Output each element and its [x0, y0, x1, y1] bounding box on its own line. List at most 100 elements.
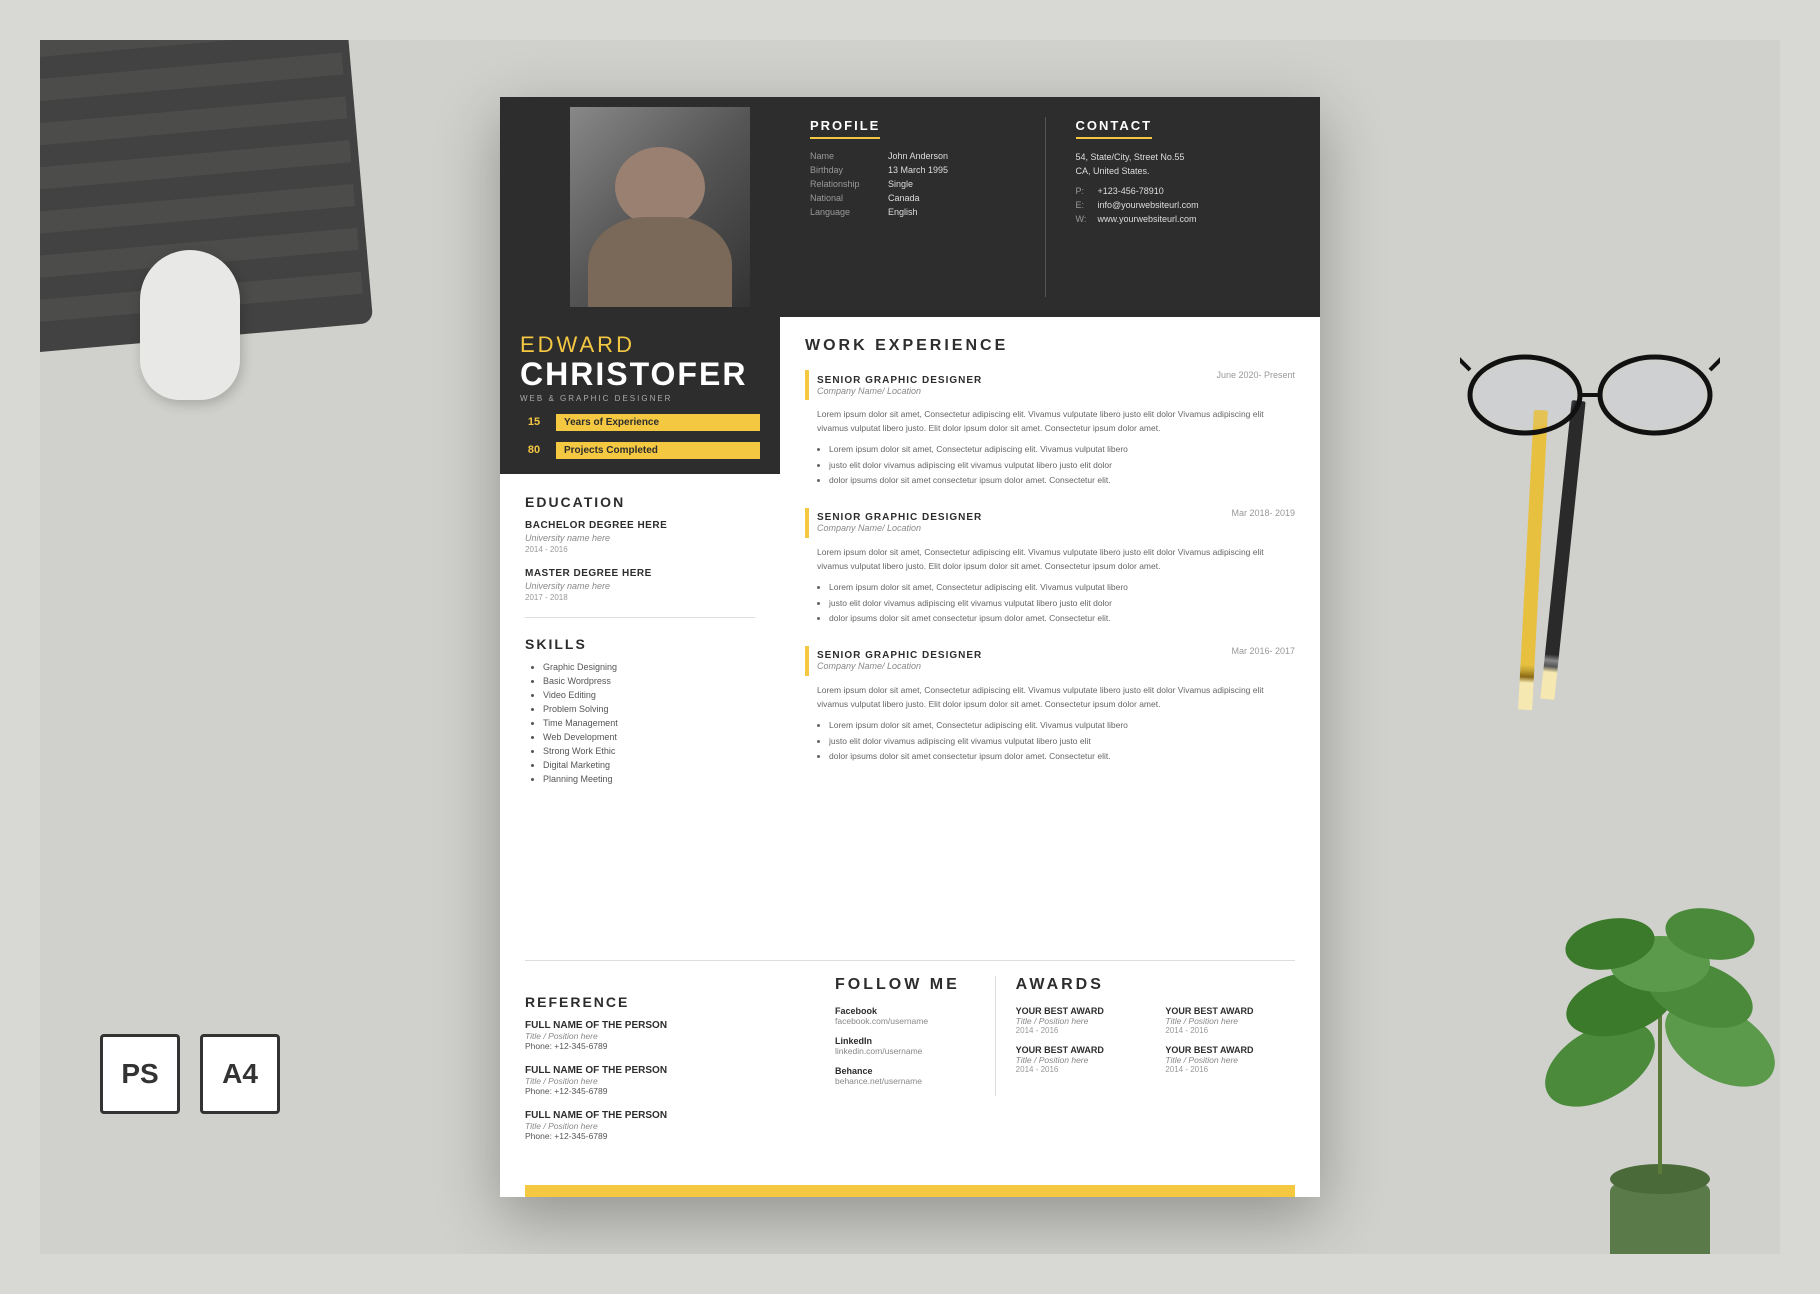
award-year: 2014 - 2016 — [1165, 1065, 1295, 1074]
pencil2-decoration — [1540, 400, 1585, 700]
ref-phone: Phone: +12-345-6789 — [525, 1131, 805, 1141]
follow-platform: Behance — [835, 1066, 975, 1076]
awards-section: AWARDS YOUR BEST AWARD Title / Position … — [1016, 976, 1295, 1096]
award-year: 2014 - 2016 — [1016, 1026, 1146, 1035]
glasses-decoration — [1460, 340, 1720, 440]
profile-value: John Anderson — [888, 151, 948, 161]
reference-title: REFERENCE — [525, 994, 805, 1010]
award-item: YOUR BEST AWARD Title / Position here 20… — [1165, 1006, 1295, 1035]
follow-item: Facebook facebook.com/username — [835, 1006, 975, 1026]
work-bullets: Lorem ipsum dolor sit amet, Consectetur … — [805, 443, 1295, 488]
profile-value: 13 March 1995 — [888, 165, 948, 175]
profile-photo — [570, 107, 750, 307]
profile-value: English — [888, 207, 918, 217]
award-name: YOUR BEST AWARD — [1165, 1006, 1295, 1016]
work-description: Lorem ipsum dolor sit amet, Consectetur … — [817, 684, 1295, 711]
work-job-title: SENIOR GRAPHIC DESIGNER — [817, 650, 982, 661]
last-name: CHRISTOFER — [520, 358, 760, 390]
profile-rows: NameJohn Anderson Birthday 13 March 1995 Re… — [810, 151, 1025, 217]
badge-area: PS A4 — [100, 1034, 280, 1114]
profile-title: PROFILE — [810, 118, 880, 139]
skill-item: Problem Solving — [543, 704, 755, 714]
edu-university: University name here — [525, 533, 755, 543]
work-job-info: SENIOR GRAPHIC DESIGNER Company Name/ Lo… — [817, 650, 982, 671]
profile-label: Language — [810, 207, 880, 217]
profile-row: Birthday 13 March 1995 — [810, 165, 1025, 175]
skills-title: SKILLS — [525, 636, 755, 652]
ref-phone: Phone: +12-345-6789 — [525, 1086, 805, 1096]
skill-item: Basic Wordpress — [543, 676, 755, 686]
award-item: YOUR BEST AWARD Title / Position here 20… — [1016, 1045, 1146, 1074]
skill-item: Digital Marketing — [543, 760, 755, 770]
contact-val: info@yourwebsiteurl.com — [1098, 200, 1199, 210]
award-title: Title / Position here — [1016, 1016, 1146, 1026]
education-item: MASTER DEGREE HERE University name here … — [525, 568, 755, 602]
contact-items: P:+123-456-78910E:info@yourwebsiteurl.co… — [1076, 186, 1291, 224]
plant-decoration — [1520, 884, 1780, 1254]
reference-item: FULL NAME OF THE PERSON Title / Position… — [525, 1065, 805, 1096]
ref-phone: Phone: +12-345-6789 — [525, 1041, 805, 1051]
profile-row: NameJohn Anderson — [810, 151, 1025, 161]
award-year: 2014 - 2016 — [1016, 1065, 1146, 1074]
name-area: EDWARD CHRISTOFER WEB & GRAPHIC DESIGNER… — [500, 317, 780, 474]
contact-item: W:www.yourwebsiteurl.com — [1076, 214, 1291, 224]
stat-badges: 15Years of Experience80Projects Complete… — [520, 413, 760, 459]
resume-body: EDWARD CHRISTOFER WEB & GRAPHIC DESIGNER… — [500, 317, 1320, 930]
contact-address: 54, State/City, Street No.55CA, United S… — [1076, 151, 1291, 178]
work-bullet: Lorem ipsum dolor sit amet, Consectetur … — [829, 443, 1295, 457]
work-header: SENIOR GRAPHIC DESIGNER Company Name/ Lo… — [805, 646, 1295, 676]
awards-grid: YOUR BEST AWARD Title / Position here 20… — [1016, 1006, 1295, 1074]
edu-degree: BACHELOR DEGREE HERE — [525, 520, 755, 531]
ref-name: FULL NAME OF THE PERSON — [525, 1110, 805, 1121]
contact-key: W: — [1076, 214, 1092, 224]
reference-items: FULL NAME OF THE PERSON Title / Position… — [525, 1020, 805, 1141]
profile-row: RelationshipSingle — [810, 179, 1025, 189]
reference-item: FULL NAME OF THE PERSON Title / Position… — [525, 1110, 805, 1141]
work-bullets: Lorem ipsum dolor sit amet, Consectetur … — [805, 581, 1295, 626]
award-year: 2014 - 2016 — [1165, 1026, 1295, 1035]
resume-header: PROFILE NameJohn Anderson Birthday 13 Marc… — [500, 97, 1320, 317]
work-items: SENIOR GRAPHIC DESIGNER Company Name/ Lo… — [805, 370, 1295, 764]
award-title: Title / Position here — [1165, 1055, 1295, 1065]
award-name: YOUR BEST AWARD — [1165, 1045, 1295, 1055]
work-accent — [805, 508, 809, 538]
work-bullet: dolor ipsums dolor sit amet consectetur … — [829, 750, 1295, 764]
work-job-title: SENIOR GRAPHIC DESIGNER — [817, 512, 982, 523]
follow-platform: LinkedIn — [835, 1036, 975, 1046]
skill-item: Web Development — [543, 732, 755, 742]
main-content: WORK EXPERIENCE SENIOR GRAPHIC DESIGNER … — [780, 317, 1320, 930]
work-item: SENIOR GRAPHIC DESIGNER Company Name/ Lo… — [805, 646, 1295, 764]
award-item: YOUR BEST AWARD Title / Position here 20… — [1165, 1045, 1295, 1074]
job-title: WEB & GRAPHIC DESIGNER — [520, 394, 760, 403]
profile-label: Birthday — [810, 165, 880, 175]
bottom-section: FOLLOW ME Facebook facebook.com/username… — [835, 976, 1295, 1096]
work-company: Company Name/ Location — [817, 661, 982, 671]
sidebar: EDWARD CHRISTOFER WEB & GRAPHIC DESIGNER… — [500, 317, 780, 930]
reference-right: FOLLOW ME Facebook facebook.com/username… — [835, 976, 1295, 1155]
profile-label: National — [810, 193, 880, 203]
skill-item: Time Management — [543, 718, 755, 728]
work-job-title: SENIOR GRAPHIC DESIGNER — [817, 375, 982, 386]
edu-degree: MASTER DEGREE HERE — [525, 568, 755, 579]
reference-layout: REFERENCE FULL NAME OF THE PERSON Title … — [525, 976, 1295, 1155]
divider-edu — [525, 617, 755, 618]
work-company: Company Name/ Location — [817, 386, 982, 396]
skills-list: Graphic DesigningBasic WordpressVideo Ed… — [525, 662, 755, 784]
awards-title: AWARDS — [1016, 976, 1295, 994]
profile-label: Relationship — [810, 179, 880, 189]
mouse-decoration — [140, 250, 240, 400]
contact-section: CONTACT 54, State/City, Street No.55CA, … — [1066, 117, 1291, 297]
resume-card: PROFILE NameJohn Anderson Birthday 13 Marc… — [500, 97, 1320, 1197]
left-panel — [500, 97, 780, 317]
skill-item: Graphic Designing — [543, 662, 755, 672]
follow-item: Behance behance.net/username — [835, 1066, 975, 1086]
work-description: Lorem ipsum dolor sit amet, Consectetur … — [817, 546, 1295, 573]
work-header: SENIOR GRAPHIC DESIGNER Company Name/ Lo… — [805, 508, 1295, 538]
right-header: PROFILE NameJohn Anderson Birthday 13 Marc… — [780, 97, 1320, 317]
contact-key: E: — [1076, 200, 1092, 210]
work-company: Company Name/ Location — [817, 523, 982, 533]
skill-item: Strong Work Ethic — [543, 746, 755, 756]
work-date: Mar 2016- 2017 — [1231, 646, 1295, 656]
work-bullet: dolor ipsums dolor sit amet consectetur … — [829, 612, 1295, 626]
edu-year: 2017 - 2018 — [525, 593, 755, 602]
